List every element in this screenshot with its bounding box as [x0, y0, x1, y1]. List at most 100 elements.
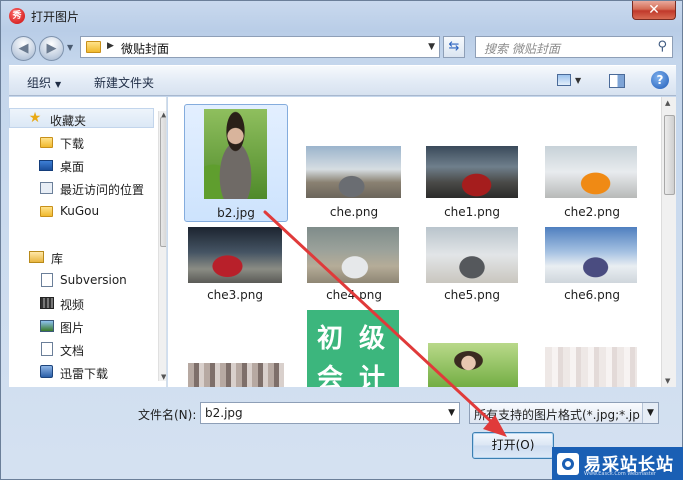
file-item-blurred[interactable] — [185, 305, 285, 387]
organize-label: 组织 — [27, 76, 52, 90]
video-library-icon — [40, 297, 54, 309]
sidebar-item-recent-places[interactable]: 最近访问的位置 — [9, 178, 154, 198]
navigation-scrollbar[interactable]: ▲ ▼ — [158, 111, 166, 381]
thunder-download-icon — [40, 365, 53, 378]
file-item-che[interactable]: che.png — [304, 104, 404, 219]
sidebar-item-label: 文档 — [60, 344, 85, 358]
image-thumbnail — [426, 146, 518, 198]
image-thumbnail — [306, 146, 401, 198]
history-dropdown-icon[interactable]: ▼ — [67, 43, 73, 52]
file-item-che1[interactable]: che1.png — [422, 104, 522, 219]
address-dropdown-icon[interactable]: ▼ — [428, 42, 435, 52]
file-item-portrait[interactable] — [422, 305, 522, 387]
file-item-light[interactable] — [542, 305, 642, 387]
sidebar-item-downloads[interactable]: 下载 — [9, 132, 154, 152]
sidebar-item-documents[interactable]: 文档 — [9, 339, 154, 359]
app-icon: 秀 — [9, 8, 25, 24]
sidebar-item-kugou[interactable]: KuGou — [9, 201, 154, 221]
image-thumbnail: 初 级 会 计 — [307, 310, 399, 387]
file-name: che2.png — [564, 205, 620, 219]
folder-icon — [86, 41, 101, 53]
recent-places-icon — [40, 182, 53, 194]
scrollbar-thumb[interactable] — [160, 117, 166, 247]
folder-icon — [40, 206, 53, 217]
change-view-icon[interactable] — [557, 74, 571, 86]
scroll-down-icon[interactable]: ▼ — [161, 373, 166, 381]
image-thumbnail — [188, 227, 282, 283]
search-placeholder: 搜索 微贴封面 — [484, 42, 560, 56]
file-item-b2[interactable]: b2.jpg — [184, 104, 288, 222]
file-type-filter[interactable]: 所有支持的图片格式(*.jpg;*.jp ▼ — [469, 402, 659, 424]
back-arrow-icon[interactable]: ◀ — [11, 36, 36, 61]
help-icon[interactable]: ? — [651, 71, 669, 89]
subversion-library-icon — [41, 273, 53, 287]
image-thumbnail — [204, 109, 267, 199]
chevron-down-icon[interactable]: ▼ — [448, 408, 455, 418]
thumbnail-text: 会 — [317, 364, 344, 387]
file-name: che6.png — [564, 288, 620, 302]
open-button[interactable]: 打开(O) — [472, 432, 554, 459]
filename-value[interactable]: b2.jpg — [205, 406, 243, 420]
sidebar-item-label: KuGou — [60, 204, 100, 218]
filename-label: 文件名(N): — [138, 408, 197, 422]
breadcrumb-chevron-icon[interactable]: ▶ — [107, 41, 114, 51]
chevron-down-icon[interactable]: ▼ — [642, 403, 658, 423]
documents-library-icon — [41, 342, 53, 356]
site-logo-icon — [557, 453, 579, 475]
preview-pane-icon[interactable] — [609, 74, 625, 88]
scroll-down-icon[interactable]: ▼ — [665, 377, 670, 385]
sidebar-item-label: 收藏夹 — [50, 114, 87, 128]
sidebar-item-label: 最近访问的位置 — [60, 183, 145, 197]
file-name: che.png — [329, 205, 379, 219]
navigation-pane: ★ 收藏夹 下载 桌面 最近访问的位置 KuGou 库 Subversion 视… — [9, 97, 167, 387]
file-name: che4.png — [326, 288, 382, 302]
command-toolbar: 组织 ▼ 新建文件夹 ▼ ? — [9, 65, 676, 96]
filename-field[interactable]: b2.jpg ▼ — [200, 402, 460, 424]
watermark-subtext: Www.Easck.Com Webmaster — [584, 471, 656, 477]
sidebar-item-desktop[interactable]: 桌面 — [9, 155, 154, 175]
image-thumbnail — [426, 227, 518, 283]
sidebar-item-thunder-downloads[interactable]: 迅雷下载 — [9, 362, 154, 382]
file-item-che2[interactable]: che2.png — [542, 104, 642, 219]
file-list: b2.jpg che.png che1.png che2.png che3.pn… — [168, 97, 676, 387]
chevron-down-icon: ▼ — [55, 80, 62, 89]
address-bar[interactable]: ▶ 微贴封面 ▼ — [80, 36, 440, 58]
thumbnail-text: 级 — [359, 324, 386, 354]
breadcrumb-current-folder[interactable]: 微贴封面 — [121, 40, 169, 57]
scroll-up-icon[interactable]: ▲ — [665, 99, 670, 107]
image-thumbnail — [545, 347, 637, 387]
scrollbar-thumb[interactable] — [664, 115, 675, 195]
thumbnail-text: 计 — [359, 364, 386, 387]
sidebar-item-favorites[interactable]: ★ 收藏夹 — [9, 108, 154, 128]
sidebar-item-label: 视频 — [60, 298, 85, 312]
sidebar-item-videos[interactable]: 视频 — [9, 293, 154, 313]
file-name: che1.png — [444, 205, 500, 219]
refresh-icon[interactable]: ⇆ — [443, 36, 465, 58]
sidebar-item-label: 迅雷下载 — [60, 367, 109, 381]
file-list-scrollbar[interactable]: ▲ ▼ — [661, 97, 676, 387]
close-button[interactable]: ✕ — [632, 1, 676, 20]
search-input[interactable]: 搜索 微贴封面 ⚲ — [475, 36, 673, 58]
window-title: 打开图片 — [31, 10, 80, 24]
filter-value: 所有支持的图片格式(*.jpg;*.jp — [474, 408, 640, 422]
file-name: che5.png — [444, 288, 500, 302]
forward-arrow-icon[interactable]: ▶ — [39, 36, 64, 61]
sidebar-item-subversion[interactable]: Subversion — [9, 270, 154, 290]
download-folder-icon — [40, 137, 53, 148]
new-folder-button[interactable]: 新建文件夹 — [94, 74, 154, 91]
file-item-course-cover[interactable]: 初 级 会 计 — [304, 305, 404, 387]
sidebar-item-label: 库 — [51, 252, 64, 266]
desktop-icon — [39, 160, 53, 171]
file-name: che3.png — [207, 288, 263, 302]
pictures-library-icon — [40, 320, 54, 332]
open-file-dialog: 秀 打开图片 ✕ ◀ ▶ ▼ ▶ 微贴封面 ▼ ⇆ 搜索 微贴封面 ⚲ 组织 ▼ … — [0, 0, 683, 480]
search-icon[interactable]: ⚲ — [657, 39, 667, 54]
organize-menu-button[interactable]: 组织 ▼ — [27, 74, 61, 91]
view-dropdown-icon[interactable]: ▼ — [575, 76, 581, 85]
sidebar-item-libraries[interactable]: 库 — [9, 247, 154, 267]
sidebar-item-label: Subversion — [60, 273, 127, 287]
file-name: b2.jpg — [217, 206, 255, 220]
sidebar-item-pictures[interactable]: 图片 — [9, 316, 154, 336]
star-icon: ★ — [28, 110, 42, 126]
site-watermark: 易采站长站 Www.Easck.Com Webmaster — [552, 447, 683, 480]
